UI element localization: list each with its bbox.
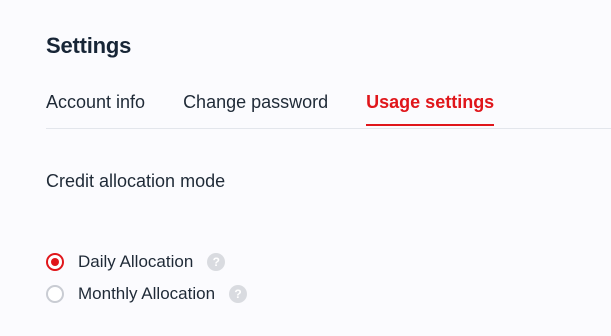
tab-account-info[interactable]: Account info bbox=[46, 90, 145, 124]
daily-allocation-label[interactable]: Daily Allocation bbox=[78, 252, 193, 272]
question-mark-icon[interactable]: ? bbox=[207, 253, 226, 271]
tab-usage-settings[interactable]: Usage settings bbox=[366, 90, 495, 126]
daily-allocation-option[interactable]: Daily Allocation ? bbox=[46, 251, 247, 273]
monthly-allocation-label[interactable]: Monthly Allocation bbox=[78, 284, 215, 304]
settings-page: Settings Account info Change password Us… bbox=[0, 0, 611, 336]
tab-change-password[interactable]: Change password bbox=[183, 90, 328, 124]
monthly-allocation-radio[interactable] bbox=[46, 285, 64, 303]
daily-allocation-radio[interactable] bbox=[46, 253, 64, 271]
page-title: Settings bbox=[46, 33, 132, 58]
settings-tabs: Account info Change password Usage setti… bbox=[46, 90, 611, 129]
question-mark-icon[interactable]: ? bbox=[229, 285, 248, 303]
credit-allocation-radio-group: Daily Allocation ? Monthly Allocation ? bbox=[46, 251, 248, 315]
credit-allocation-mode-label: Credit allocation mode bbox=[46, 171, 226, 191]
monthly-allocation-option[interactable]: Monthly Allocation ? bbox=[46, 283, 248, 305]
